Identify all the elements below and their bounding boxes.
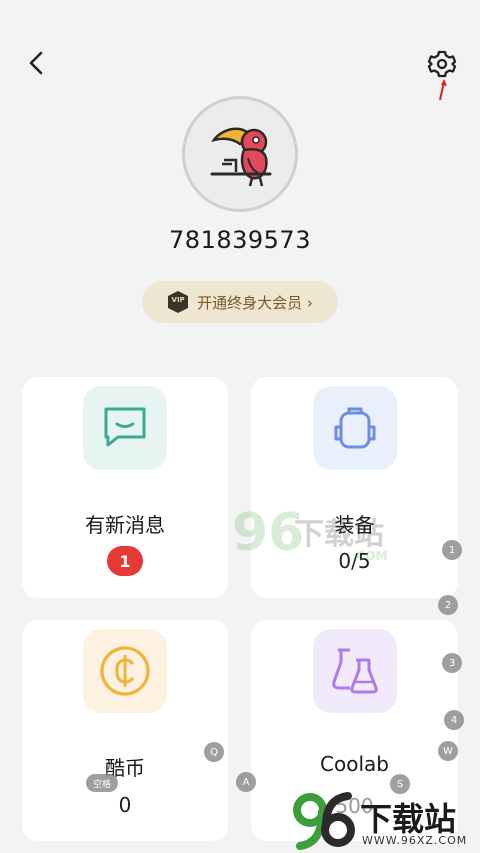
key-hint-q[interactable]: Q — [204, 742, 224, 762]
key-hint-space[interactable]: 空格 — [86, 774, 119, 792]
annotation-arrow-icon — [439, 79, 447, 101]
avatar[interactable] — [182, 96, 298, 212]
user-id: 781839573 — [169, 226, 311, 254]
unread-count-badge: 1 — [107, 546, 143, 576]
vip-badge-text: VIP — [171, 296, 185, 304]
watermark-corner-url: WWW.96XZ.COM — [362, 834, 468, 847]
coolab-icon-tile — [313, 629, 397, 713]
key-hint-a[interactable]: A — [236, 772, 256, 792]
vip-badge-icon: VIP — [167, 290, 189, 314]
messages-title: 有新消息 — [85, 513, 165, 537]
watermark-url: .COM — [352, 549, 388, 563]
chat-bubble-icon — [104, 407, 146, 447]
key-hint-w[interactable]: W — [438, 741, 458, 761]
coins-icon-tile — [83, 629, 167, 713]
key-hint-1[interactable]: 1 — [442, 540, 462, 560]
equipment-icon-tile — [313, 386, 397, 470]
coolab-title: Coolab — [320, 752, 389, 776]
flask-icon — [332, 648, 378, 694]
coin-icon — [100, 646, 150, 696]
toucan-avatar-icon — [210, 127, 272, 187]
vip-upgrade-button[interactable]: VIP 开通终身大会员 › — [142, 281, 338, 323]
key-hint-2[interactable]: 2 — [438, 595, 458, 615]
coins-card[interactable]: 酷币 0 — [22, 620, 228, 841]
messages-icon-tile — [83, 386, 167, 470]
watermark-corner: 下载站 WWW.96XZ.COM — [292, 790, 480, 853]
watermark-96-logo-icon — [293, 792, 355, 850]
key-hint-4[interactable]: 4 — [444, 710, 464, 730]
coins-count: 0 — [118, 793, 132, 817]
coins-title: 酷币 — [105, 756, 145, 780]
key-hint-3[interactable]: 3 — [442, 653, 462, 673]
watermark-center: 96 下载站 .COM — [232, 503, 412, 573]
messages-card[interactable]: 有新消息 1 — [22, 377, 228, 598]
chevron-left-icon — [29, 51, 43, 75]
vip-label: 开通终身大会员 › — [197, 293, 313, 312]
back-button[interactable] — [22, 48, 52, 78]
watermark-text: 下载站 — [294, 517, 384, 552]
backpack-icon — [334, 407, 376, 449]
